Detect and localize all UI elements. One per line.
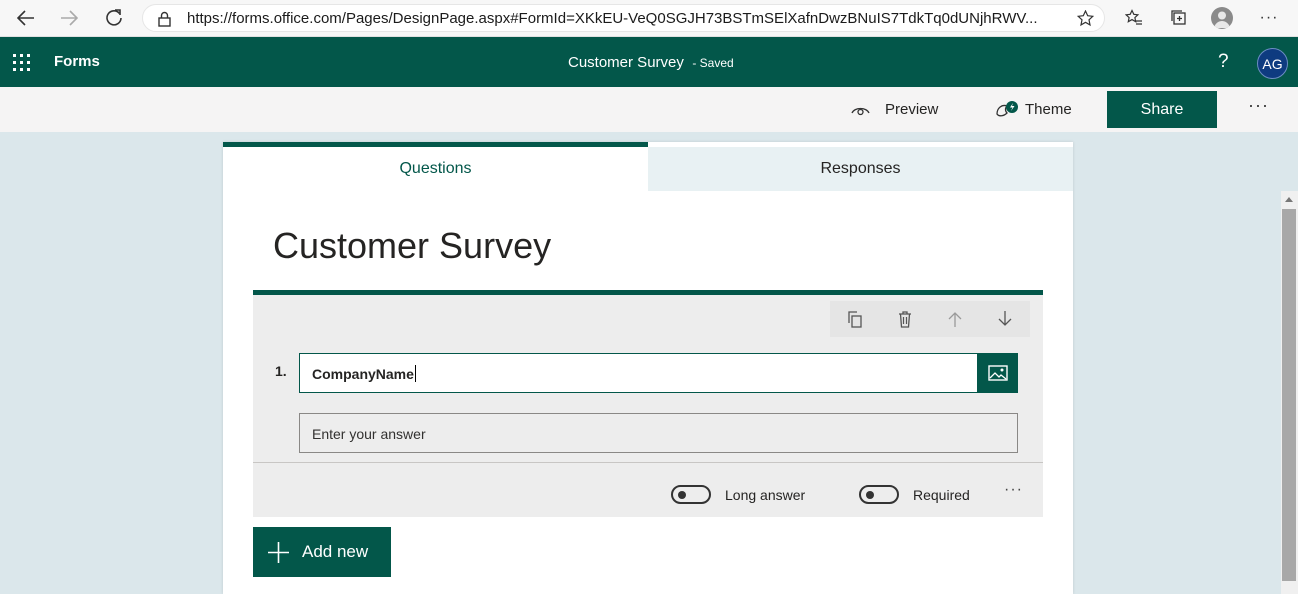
add-new-label: Add new — [302, 542, 369, 561]
text-cursor — [414, 365, 416, 382]
back-icon[interactable] — [13, 6, 39, 30]
eye-icon — [851, 104, 870, 116]
share-button[interactable]: Share — [1107, 91, 1217, 128]
answer-field[interactable]: Enter your answer — [299, 413, 1018, 453]
app-header: Forms Customer Survey - Saved ? AG — [0, 37, 1298, 87]
scrollbar-thumb[interactable] — [1282, 209, 1296, 581]
question-block[interactable]: 1. CompanyName Enter your answer Long an… — [253, 290, 1043, 517]
required-label: Required — [913, 487, 970, 503]
header-title: Customer Survey - Saved — [568, 54, 734, 72]
favorite-star-icon[interactable] — [1077, 10, 1094, 27]
tab-responses[interactable]: Responses — [648, 147, 1073, 191]
form-title[interactable]: Customer Survey — [273, 225, 551, 267]
lock-icon — [158, 11, 171, 27]
question-title-text: CompanyName — [312, 366, 414, 382]
tab-questions[interactable]: Questions — [223, 142, 648, 191]
browser-menu-icon[interactable]: ··· — [1256, 6, 1282, 30]
copy-icon[interactable] — [830, 301, 880, 337]
form-title-header: Customer Survey — [568, 54, 684, 71]
scroll-up-icon[interactable] — [1284, 196, 1294, 203]
move-down-icon[interactable] — [980, 301, 1030, 337]
long-answer-label: Long answer — [725, 487, 806, 503]
profile-icon[interactable] — [1209, 6, 1235, 30]
move-up-icon[interactable] — [930, 301, 980, 337]
image-icon — [988, 365, 1008, 381]
collections-icon[interactable] — [1166, 6, 1192, 30]
question-title-input[interactable]: CompanyName — [299, 353, 978, 393]
favorites-icon[interactable] — [1121, 6, 1147, 30]
theme-label: Theme — [1025, 101, 1072, 118]
refresh-icon[interactable] — [101, 6, 127, 30]
app-launcher-icon[interactable] — [13, 54, 30, 71]
forward-icon[interactable] — [56, 6, 82, 30]
preview-label: Preview — [885, 101, 939, 118]
user-avatar[interactable]: AG — [1257, 48, 1288, 79]
plus-icon — [267, 541, 290, 564]
required-toggle[interactable] — [859, 485, 899, 504]
question-tools — [830, 301, 1030, 337]
theme-button[interactable]: Theme — [995, 87, 1072, 132]
form-toolbar: Preview Theme Share ··· — [0, 87, 1298, 132]
app-name[interactable]: Forms — [54, 53, 100, 70]
help-icon[interactable]: ? — [1218, 51, 1229, 73]
address-bar[interactable]: https://forms.office.com/Pages/DesignPag… — [142, 4, 1105, 32]
question-number: 1. — [275, 363, 287, 379]
insert-image-button[interactable] — [978, 353, 1018, 393]
question-more-icon[interactable]: ··· — [1004, 481, 1023, 499]
more-options-icon[interactable]: ··· — [1248, 95, 1269, 116]
delete-icon[interactable] — [880, 301, 930, 337]
long-answer-toggle[interactable] — [671, 485, 711, 504]
divider — [253, 462, 1043, 463]
add-new-button[interactable]: Add new — [253, 527, 391, 577]
browser-toolbar: https://forms.office.com/Pages/DesignPag… — [0, 0, 1298, 37]
url-text[interactable]: https://forms.office.com/Pages/DesignPag… — [187, 10, 1062, 27]
theme-icon — [995, 100, 1020, 120]
scrollbar[interactable] — [1281, 191, 1298, 594]
preview-button[interactable]: Preview — [851, 87, 938, 132]
save-status: - Saved — [692, 56, 734, 70]
